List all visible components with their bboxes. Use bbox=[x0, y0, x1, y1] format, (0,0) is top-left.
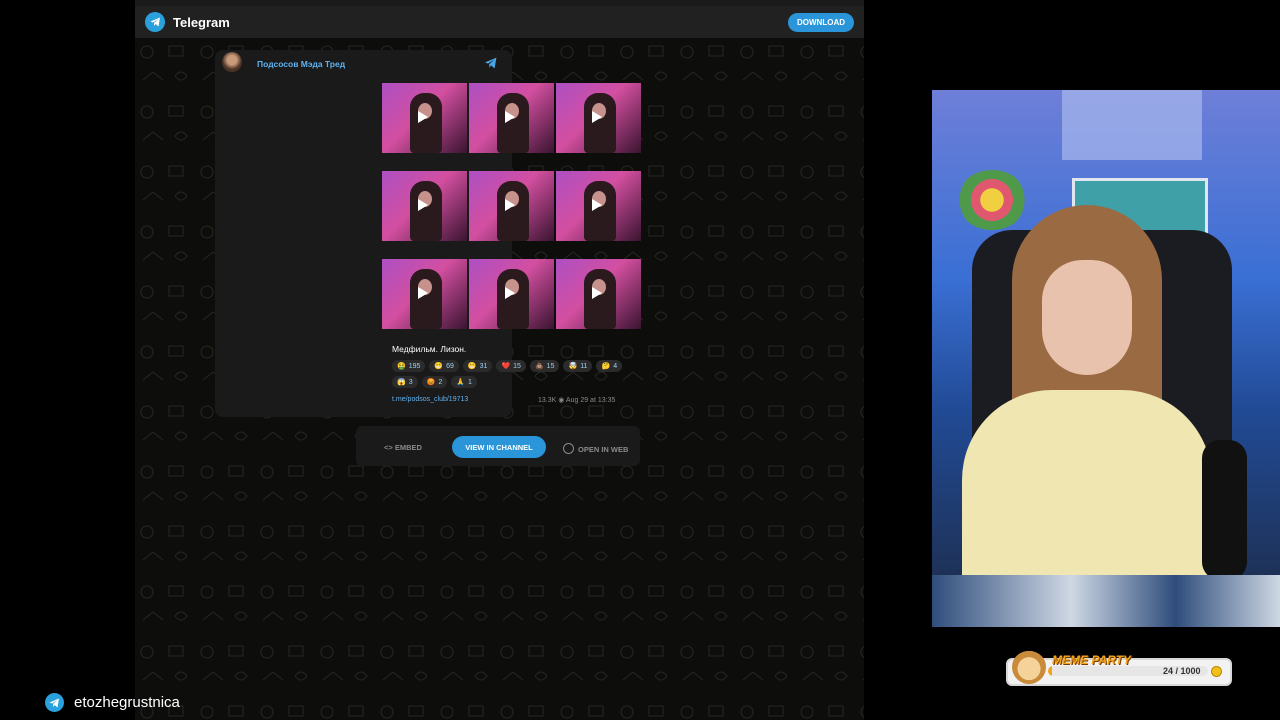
streamer-telegram-name: etozhegrustnica bbox=[74, 694, 180, 711]
telegram-plane-icon[interactable] bbox=[484, 57, 498, 69]
play-icon bbox=[418, 199, 428, 211]
play-icon bbox=[418, 111, 428, 123]
telegram-header: Telegram DOWNLOAD bbox=[135, 6, 864, 38]
code-icon: <> bbox=[384, 443, 393, 452]
play-icon bbox=[418, 287, 428, 299]
telegram-logo-icon bbox=[145, 12, 165, 32]
reaction-chip[interactable]: ❤️ 15 bbox=[496, 360, 526, 372]
video-thumbnail[interactable] bbox=[382, 83, 467, 153]
play-icon bbox=[592, 199, 602, 211]
reactions-row: 🤮 195 😁 69 😁 31 ❤️ 15 💩 15 🤯 11 🤔 4 😱 3 😡 2 🙏 1 bbox=[392, 360, 632, 388]
reaction-chip[interactable]: 😁 31 bbox=[462, 360, 493, 372]
eye-icon: ◉ bbox=[558, 397, 565, 404]
video-grid bbox=[382, 83, 642, 329]
open-in-web-button[interactable]: OPEN IN WEB bbox=[563, 443, 628, 454]
video-thumbnail[interactable] bbox=[382, 259, 467, 329]
reaction-emoji: 😱 bbox=[397, 379, 406, 386]
telegram-icon bbox=[45, 693, 64, 712]
channel-avatar[interactable] bbox=[222, 52, 242, 72]
video-thumbnail[interactable] bbox=[469, 171, 554, 241]
reaction-chip[interactable]: 😱 3 bbox=[392, 376, 418, 388]
video-thumbnail[interactable] bbox=[469, 83, 554, 153]
channel-name-link[interactable]: Подсосов Мэда Тред bbox=[257, 59, 345, 69]
play-icon bbox=[592, 287, 602, 299]
reaction-emoji: ❤️ bbox=[501, 363, 511, 370]
play-icon bbox=[505, 287, 515, 299]
reaction-chip[interactable]: 💩 15 bbox=[529, 360, 560, 372]
play-icon bbox=[505, 111, 515, 123]
coin-icon bbox=[1211, 666, 1222, 677]
webcam-feed bbox=[932, 90, 1280, 627]
reaction-chip[interactable]: 🙏 1 bbox=[451, 376, 477, 388]
reaction-emoji: 🤔 bbox=[601, 363, 611, 370]
video-thumbnail[interactable] bbox=[556, 83, 641, 153]
reaction-emoji: 😁 bbox=[467, 363, 477, 370]
post-caption: Медфильм. Лизон. bbox=[392, 344, 467, 354]
reaction-chip[interactable]: 🤔 4 bbox=[596, 360, 623, 372]
telegram-title: Telegram bbox=[173, 14, 230, 30]
reaction-chip[interactable]: 😡 2 bbox=[421, 376, 448, 388]
reaction-chip[interactable]: 😁 69 bbox=[429, 360, 459, 372]
views-count: 13.3K bbox=[538, 397, 557, 404]
embed-button[interactable]: <> EMBED bbox=[384, 443, 422, 452]
globe-icon bbox=[563, 443, 574, 454]
reaction-chip[interactable]: 🤯 11 bbox=[563, 360, 593, 372]
reaction-emoji: 💩 bbox=[534, 363, 544, 370]
meme-party-count: 24 / 1000 bbox=[1163, 666, 1201, 676]
post-link[interactable]: t.me/podsos_club/19713 bbox=[392, 396, 468, 403]
reaction-emoji: 🤯 bbox=[568, 363, 578, 370]
play-icon bbox=[592, 111, 602, 123]
post-date: Aug 29 at 13:35 bbox=[565, 397, 616, 404]
reaction-emoji: 🙏 bbox=[456, 379, 465, 386]
doge-icon bbox=[1012, 650, 1046, 684]
reaction-emoji: 😡 bbox=[426, 379, 436, 386]
video-thumbnail[interactable] bbox=[556, 259, 641, 329]
reaction-chip[interactable]: 🤮 195 bbox=[392, 360, 426, 372]
view-in-channel-button[interactable]: VIEW IN CHANNEL bbox=[452, 436, 546, 458]
reaction-emoji: 😁 bbox=[434, 363, 444, 370]
reaction-emoji: 🤮 bbox=[397, 363, 406, 370]
streamer-telegram-tag: etozhegrustnica bbox=[45, 693, 180, 712]
video-thumbnail[interactable] bbox=[556, 171, 641, 241]
play-icon bbox=[505, 199, 515, 211]
video-thumbnail[interactable] bbox=[469, 259, 554, 329]
video-thumbnail[interactable] bbox=[382, 171, 467, 241]
meme-party-title: MEME PARTY bbox=[1052, 653, 1131, 667]
download-button[interactable]: DOWNLOAD bbox=[788, 13, 854, 32]
post-meta: 13.3K ◉ Aug 29 at 13:35 bbox=[538, 396, 615, 404]
